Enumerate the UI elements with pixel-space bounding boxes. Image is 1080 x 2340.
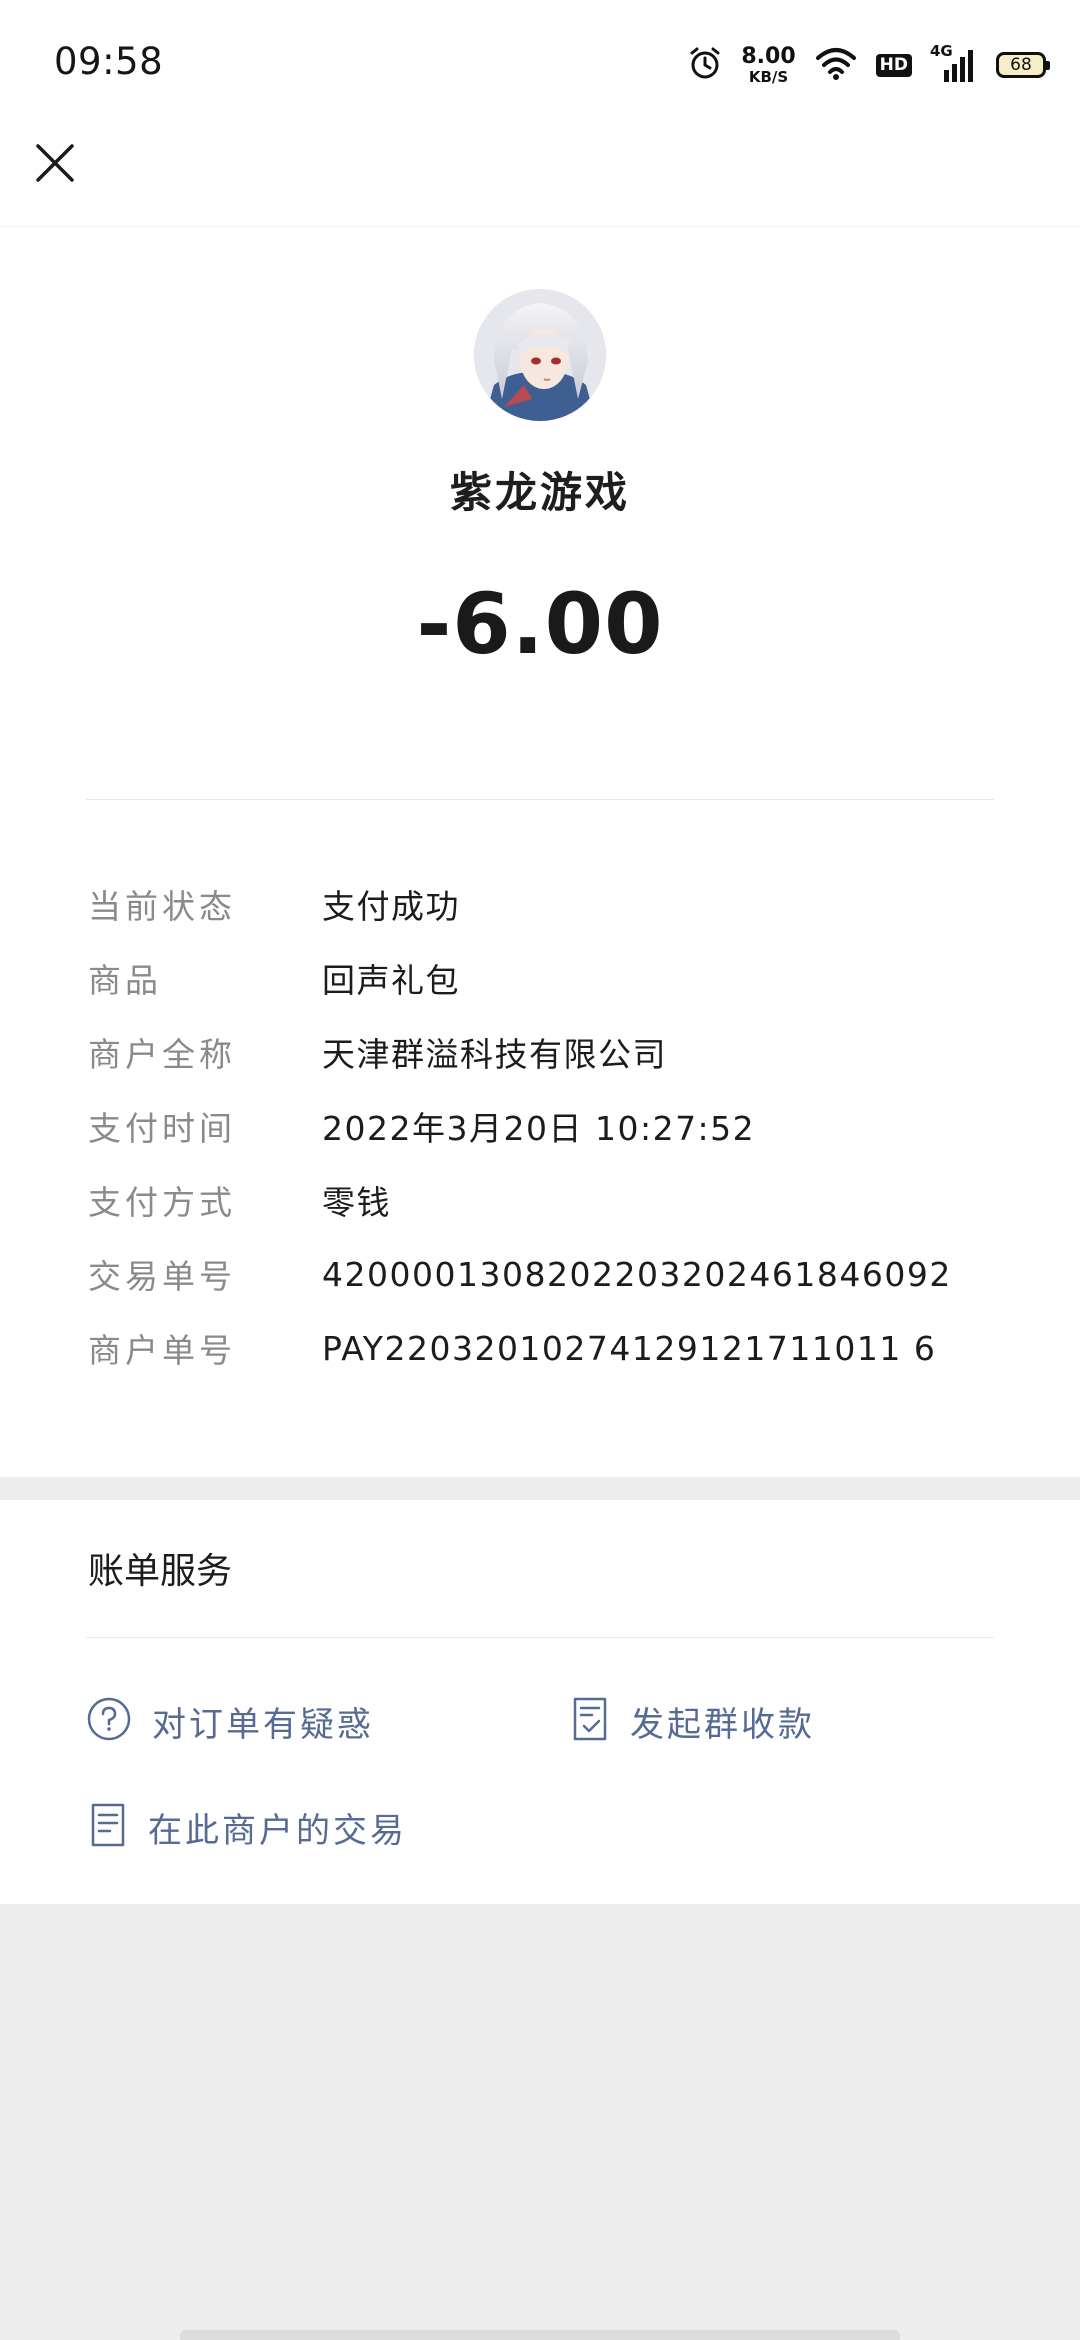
group-collect-button[interactable]: 发起群收款 bbox=[570, 1696, 815, 1746]
transaction-card: 紫龙游戏 -6.00 当前状态 支付成功 商品 回声礼包 商户全称 天津群溢科技… bbox=[0, 227, 1080, 1477]
detail-row-pay-time: 支付时间 2022年3月20日 10:27:52 bbox=[88, 1089, 988, 1163]
detail-label: 商品 bbox=[88, 961, 162, 1000]
close-button[interactable] bbox=[30, 138, 80, 188]
net-speed-value: 8.00 bbox=[741, 43, 796, 69]
service-label: 发起群收款 bbox=[630, 1704, 815, 1745]
net-speed: 8.00 KB/S bbox=[741, 43, 796, 86]
document-check-icon bbox=[570, 1696, 610, 1746]
payment-amount: -6.00 bbox=[416, 575, 664, 673]
merchant-transactions-button[interactable]: 在此商户的交易 bbox=[88, 1802, 407, 1852]
detail-row-merchant-fullname: 商户全称 天津群溢科技有限公司 bbox=[88, 1015, 988, 1089]
close-icon bbox=[36, 144, 74, 182]
detail-value: 零钱 bbox=[322, 1183, 391, 1222]
detail-value: 支付成功 bbox=[322, 887, 460, 926]
status-icons: 8.00 KB/S HD 4G 68 bbox=[687, 40, 1050, 90]
detail-row-merchant-order-id: 商户单号 PAY22032010274129121711011 6 bbox=[88, 1311, 988, 1385]
bill-services-section: 账单服务 对订单有疑惑 发起群收款 在此商户的交易 bbox=[0, 1500, 1080, 1904]
cell-signal-icon: 4G bbox=[930, 42, 978, 84]
detail-label: 交易单号 bbox=[88, 1257, 236, 1296]
detail-value: 天津群溢科技有限公司 bbox=[322, 1035, 667, 1074]
service-label: 在此商户的交易 bbox=[148, 1810, 407, 1851]
status-bar: 09:58 8.00 KB/S HD 4G 68 bbox=[0, 0, 1080, 130]
wifi-icon bbox=[814, 45, 858, 85]
hd-badge: HD bbox=[875, 53, 912, 77]
detail-list: 当前状态 支付成功 商品 回声礼包 商户全称 天津群溢科技有限公司 支付时间 2… bbox=[88, 867, 988, 1385]
merchant-name: 紫龙游戏 bbox=[449, 468, 630, 517]
detail-label: 当前状态 bbox=[88, 887, 236, 926]
document-list-icon bbox=[88, 1802, 128, 1852]
detail-row-transaction-id: 交易单号 4200001308202203202461846092 bbox=[88, 1237, 988, 1311]
detail-row-status: 当前状态 支付成功 bbox=[88, 867, 988, 941]
payment-detail-page: 09:58 8.00 KB/S HD 4G 68 紫龙游戏 -6.00 当前状态… bbox=[0, 0, 1080, 2340]
status-time: 09:58 bbox=[54, 40, 164, 83]
detail-row-pay-method: 支付方式 零钱 bbox=[88, 1163, 988, 1237]
detail-row-product: 商品 回声礼包 bbox=[88, 941, 988, 1015]
nav-bar bbox=[0, 130, 1080, 227]
merchant-avatar bbox=[474, 289, 606, 421]
detail-label: 商户全称 bbox=[88, 1035, 236, 1074]
divider bbox=[86, 799, 994, 800]
question-circle-icon bbox=[86, 1696, 132, 1746]
divider bbox=[86, 1637, 994, 1638]
alarm-icon bbox=[687, 45, 723, 85]
service-label: 对订单有疑惑 bbox=[152, 1704, 374, 1745]
services-title: 账单服务 bbox=[88, 1551, 233, 1592]
gesture-handle bbox=[180, 2330, 900, 2340]
detail-value: 回声礼包 bbox=[322, 961, 460, 1000]
detail-value: 2022年3月20日 10:27:52 bbox=[322, 1109, 756, 1148]
net-speed-unit: KB/S bbox=[748, 67, 789, 86]
battery-level: 68 bbox=[1010, 55, 1032, 75]
detail-label: 支付方式 bbox=[88, 1183, 236, 1222]
detail-value[interactable]: PAY22032010274129121711011 6 bbox=[322, 1329, 936, 1368]
detail-label: 支付时间 bbox=[88, 1109, 236, 1148]
detail-label: 商户单号 bbox=[88, 1331, 236, 1370]
detail-value[interactable]: 4200001308202203202461846092 bbox=[322, 1255, 952, 1294]
battery-icon: 68 bbox=[996, 52, 1050, 78]
order-question-button[interactable]: 对订单有疑惑 bbox=[86, 1696, 374, 1746]
